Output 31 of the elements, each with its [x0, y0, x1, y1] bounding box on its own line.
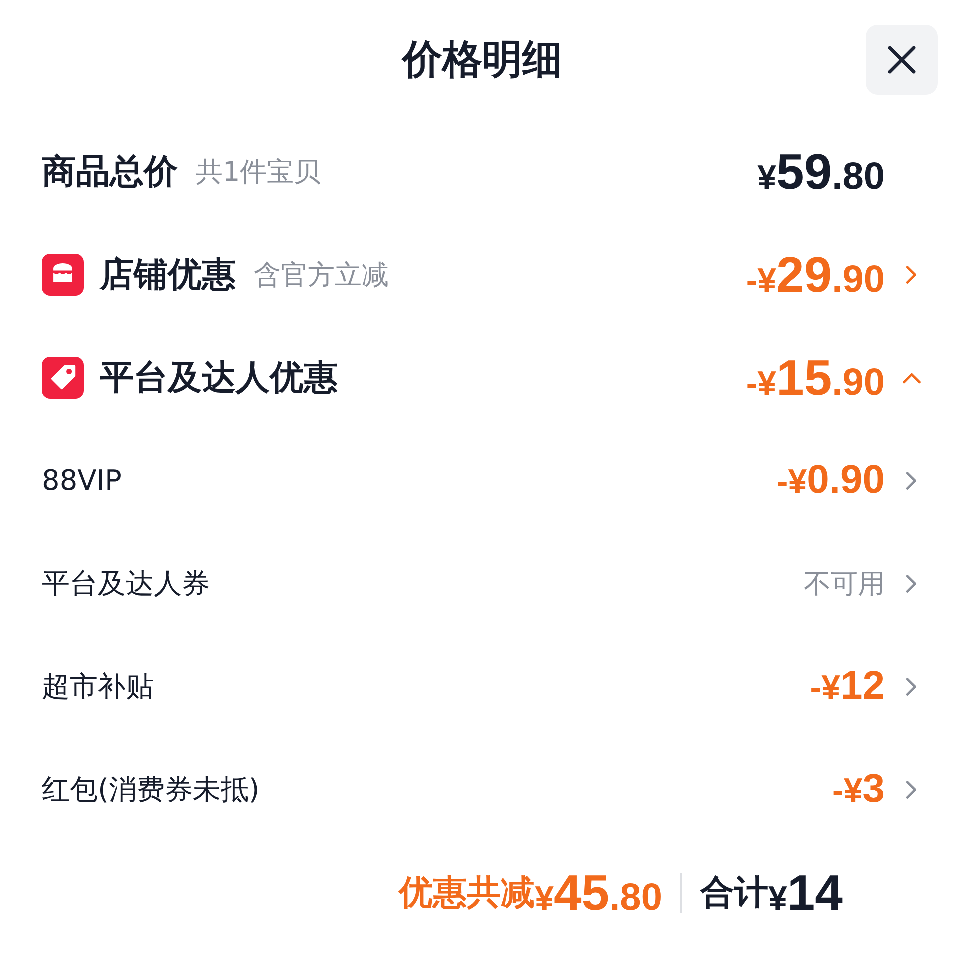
section-note: 含官方立减 — [254, 258, 389, 292]
row-note: 共1件宝贝 — [196, 156, 322, 190]
total-label: 合计 — [700, 872, 768, 915]
price: ¥45.80 — [535, 864, 662, 922]
price: -¥29.90 — [746, 246, 885, 304]
discount-item-row[interactable]: 红包(消费券未抵) -¥3 — [42, 738, 923, 841]
row-label: 商品总价 — [42, 150, 178, 194]
discount-section-row[interactable]: 店铺优惠 含官方立减 -¥29.90 — [42, 223, 923, 326]
section-label: 店铺优惠 — [100, 254, 236, 296]
shop-icon — [42, 254, 84, 296]
price: -¥0.90 — [776, 458, 885, 503]
item-label: 超市补贴 — [42, 668, 154, 704]
price: -¥12 — [810, 664, 885, 709]
discount-item-row[interactable]: 平台及达人券 不可用 — [42, 532, 923, 635]
close-button[interactable] — [866, 25, 938, 95]
discount-item-row[interactable]: 超市补贴 -¥12 — [42, 635, 923, 738]
price: -¥3 — [832, 767, 885, 812]
discount-section-row[interactable]: 平台及达人优惠 -¥15.90 — [42, 326, 923, 429]
sheet-title: 价格明细 — [402, 36, 562, 84]
tag-icon — [42, 356, 84, 398]
discount-item-row[interactable]: 88VIP -¥0.90 — [42, 429, 923, 532]
item-label: 88VIP — [42, 464, 122, 497]
price: ¥14 — [768, 864, 843, 922]
price: -¥15.90 — [746, 348, 885, 406]
price: ¥59.80 — [758, 142, 885, 200]
discount-label: 优惠共减 — [399, 872, 536, 915]
item-label: 红包(消费券未抵) — [42, 772, 260, 808]
close-icon — [886, 44, 918, 76]
section-label: 平台及达人优惠 — [100, 356, 338, 400]
item-label: 平台及达人券 — [42, 566, 210, 602]
status-text: 不可用 — [804, 568, 885, 602]
